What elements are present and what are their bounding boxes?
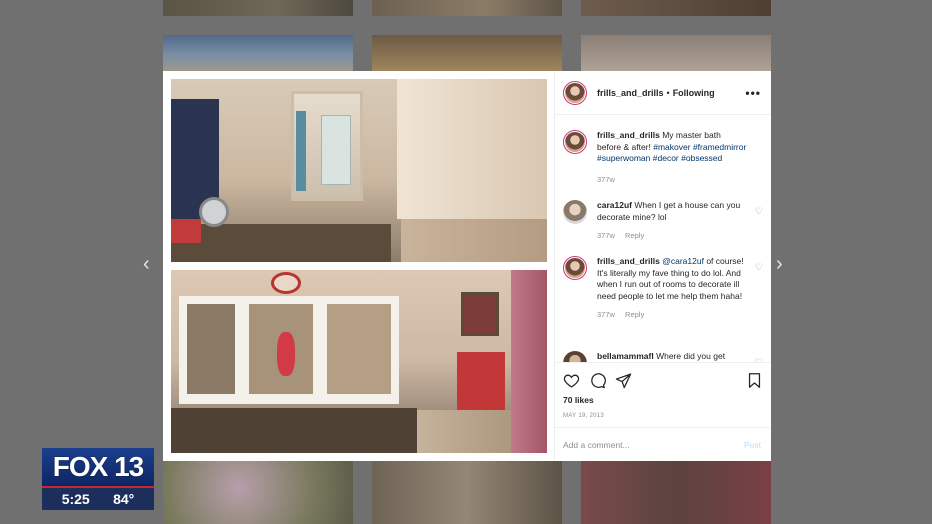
comment-item: cara12uf When I get a house can you deco…	[563, 200, 763, 240]
bookmark-icon[interactable]	[746, 372, 763, 389]
post-sidebar: frills_and_drills • Following ••• frills…	[554, 71, 771, 461]
station-logo: FOX 13	[52, 451, 144, 482]
hashtag-link[interactable]: #makover	[653, 142, 690, 152]
station-logo-bug: FOX 13 5:25 84°	[42, 448, 154, 512]
comments-list[interactable]: frills_and_drills My master bath before …	[555, 116, 771, 362]
grid-thumbnail[interactable]	[372, 460, 562, 524]
post-comment-button[interactable]: Post	[744, 440, 761, 450]
clock-time: 5:25	[61, 491, 90, 507]
chevron-right-icon[interactable]: ›	[776, 254, 783, 274]
separator-dot: •	[666, 87, 670, 98]
reply-button[interactable]: Reply	[625, 310, 644, 319]
avatar[interactable]	[563, 130, 587, 154]
like-comment-heart-icon[interactable]: ♡	[755, 262, 763, 273]
comment-item: bellamammafl Where did you get ♡	[563, 351, 763, 362]
caption-username[interactable]: frills_and_drills	[597, 130, 660, 140]
comment-username[interactable]: frills_and_drills	[597, 256, 660, 266]
before-photo	[171, 79, 547, 262]
grid-thumbnail[interactable]	[581, 0, 771, 16]
mention-link[interactable]: @cara12uf	[662, 256, 704, 266]
caption: frills_and_drills My master bath before …	[563, 130, 763, 184]
caption-time[interactable]: 377w	[597, 175, 615, 184]
following-button[interactable]: Following	[673, 88, 715, 98]
post-modal: frills_and_drills • Following ••• frills…	[163, 71, 771, 461]
avatar[interactable]	[563, 80, 587, 105]
more-options-icon[interactable]: •••	[745, 86, 761, 100]
comment-icon[interactable]	[589, 372, 606, 389]
hashtag-link[interactable]: #decor	[653, 153, 679, 163]
avatar[interactable]	[563, 256, 587, 280]
grid-thumbnail[interactable]	[372, 35, 562, 75]
reply-button[interactable]: Reply	[625, 231, 644, 240]
hashtag-link[interactable]: #obsessed	[681, 153, 722, 163]
tv-frame: ‹ › frills_and_drills • Following ••• fr…	[0, 0, 932, 524]
comment-text: Where did you get	[656, 351, 726, 361]
share-icon[interactable]	[615, 372, 632, 389]
temperature: 84°	[113, 491, 135, 507]
grid-thumbnail[interactable]	[163, 35, 353, 75]
comment-item: frills_and_drills @cara12uf of course! I…	[563, 256, 763, 319]
post-header: frills_and_drills • Following •••	[555, 71, 771, 115]
heart-icon[interactable]	[563, 372, 580, 389]
grid-thumbnail[interactable]	[163, 0, 353, 16]
hashtag-link[interactable]: #framedmirror	[693, 142, 746, 152]
likes-count[interactable]: 70 likes	[555, 389, 771, 405]
comment-username[interactable]: bellamammafl	[597, 351, 654, 361]
grid-thumbnail[interactable]	[581, 35, 771, 75]
post-date: MAY 19, 2013	[563, 413, 605, 419]
comment-time[interactable]: 377w	[597, 310, 615, 319]
grid-thumbnail[interactable]	[163, 460, 353, 524]
add-comment-input[interactable]	[563, 439, 744, 450]
comment-username[interactable]: cara12uf	[597, 200, 632, 210]
like-comment-heart-icon[interactable]: ♡	[755, 206, 763, 217]
grid-thumbnail[interactable]	[372, 0, 562, 16]
add-comment-bar: Post	[555, 427, 771, 461]
header-username[interactable]: frills_and_drills	[597, 88, 664, 98]
grid-thumbnail[interactable]	[581, 460, 771, 524]
avatar[interactable]	[563, 200, 587, 224]
post-media	[163, 71, 554, 461]
post-actions: 70 likes MAY 19, 2013 Post	[555, 362, 771, 461]
comment-time[interactable]: 377w	[597, 231, 615, 240]
chevron-left-icon[interactable]: ‹	[143, 254, 150, 274]
avatar[interactable]	[563, 351, 587, 362]
hashtag-link[interactable]: #superwoman	[597, 153, 650, 163]
after-photo	[171, 270, 547, 453]
